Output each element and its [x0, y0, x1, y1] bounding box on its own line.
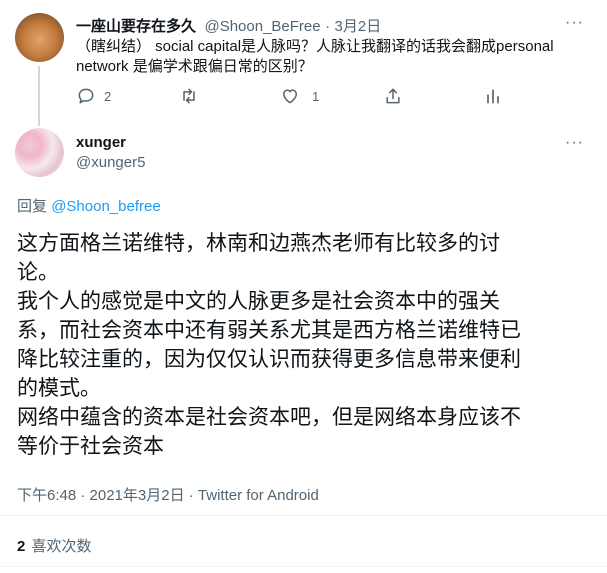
tweet-display-name[interactable]: xunger: [76, 134, 126, 151]
replying-to-prefix: 回复: [17, 198, 48, 215]
analytics-icon: [487, 89, 499, 104]
parent-more-icon[interactable]: ···: [565, 14, 584, 32]
tweet-line: 系，而社会资本中还有弱关系尤其是西方格兰诺维特已: [17, 319, 521, 342]
likes-label: 喜欢次数: [31, 538, 92, 555]
parent-text-line-1: （瞎纠结） social capital是人脉吗？人脉让我翻译的话我会翻成per…: [76, 38, 554, 55]
tweet-line: 论。: [17, 261, 59, 284]
tweet-timestamp[interactable]: 下午6:48 · 2021年3月2日 · Twitter for Android: [17, 484, 319, 505]
tweet-line: 我个人的感觉是中文的人脉更多是社会资本中的强关: [17, 290, 500, 313]
retweet-icon: [183, 88, 195, 104]
likes-summary[interactable]: 2 喜欢次数: [17, 535, 92, 556]
tweet-line: 网络中蕴含的资本是社会资本吧，但是网络本身应该不: [17, 406, 521, 429]
parent-action-bar: 2 1: [76, 86, 516, 106]
analytics-action[interactable]: [483, 86, 503, 106]
tweet-line: 降比较注重的，因为仅仅认识而获得更多信息带来便利: [17, 348, 521, 371]
reply-action[interactable]: 2: [76, 86, 178, 106]
share-action[interactable]: [383, 86, 483, 106]
retweet-action[interactable]: [178, 86, 280, 106]
tweet-author-avatar[interactable]: [15, 128, 64, 177]
reply-count: 2: [104, 88, 112, 104]
replying-to: 回复 @Shoon_befree: [17, 195, 161, 216]
tweet-line: 等价于社会资本: [17, 435, 164, 458]
parent-separator: ·: [325, 18, 331, 35]
heart-icon: [283, 89, 297, 104]
share-icon: [386, 88, 400, 104]
thread-connector-line: [38, 66, 40, 126]
parent-tweet-text: （瞎纠结） social capital是人脉吗？人脉让我翻译的话我会翻成per…: [76, 37, 596, 77]
reply-icon: [78, 88, 94, 104]
parent-date[interactable]: 3月2日: [335, 18, 382, 35]
like-count: 1: [312, 88, 320, 104]
tweet-more-icon[interactable]: ···: [565, 134, 584, 152]
parent-text-line-2: network 是偏学术跟偏日常的区别？: [76, 58, 313, 75]
divider: [0, 566, 607, 567]
divider: [0, 515, 607, 516]
likes-count: 2: [17, 538, 26, 555]
tweet-line: 的模式。: [17, 377, 101, 400]
tweet-body: 这方面格兰诺维特，林南和边燕杰老师有比较多的讨 论。 我个人的感觉是中文的人脉更…: [17, 229, 602, 461]
parent-avatar[interactable]: [15, 13, 64, 62]
parent-header: 一座山要存在多久 @Shoon_BeFree · 3月2日: [76, 15, 381, 36]
tweet-line: 这方面格兰诺维特，林南和边燕杰老师有比较多的讨: [17, 232, 500, 255]
tweet-handle[interactable]: @xunger5: [76, 154, 145, 171]
parent-handle[interactable]: @Shoon_BeFree: [204, 18, 320, 35]
like-action[interactable]: 1: [280, 86, 383, 106]
replying-to-handle[interactable]: @Shoon_befree: [51, 198, 160, 215]
parent-display-name[interactable]: 一座山要存在多久: [76, 18, 196, 35]
